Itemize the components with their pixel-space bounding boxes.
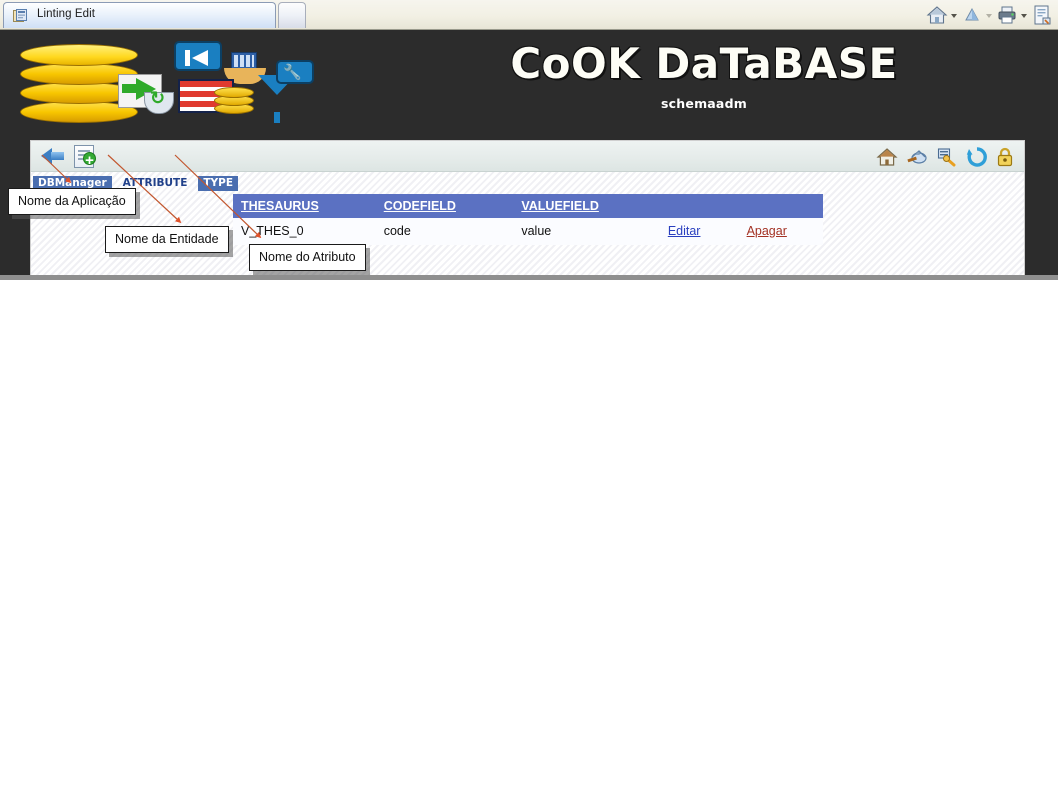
column-header-codefield[interactable]: CODEFIELD xyxy=(375,194,514,218)
page-subtitle: schemaadm xyxy=(661,96,747,111)
cell-edit: Editar xyxy=(659,218,739,245)
browser-chrome: Linting Edit xyxy=(0,0,1058,30)
table-header-row: THESAURUS CODEFIELD VALUEFIELD xyxy=(233,194,823,218)
annotation-nome-do-atributo: Nome do Atributo xyxy=(249,244,366,271)
lock-icon[interactable] xyxy=(994,146,1016,168)
cell-delete: Apagar xyxy=(738,218,823,245)
new-document-icon[interactable] xyxy=(74,145,96,168)
print-dropdown-caret[interactable] xyxy=(1019,3,1030,27)
cell-valuefield: value xyxy=(513,218,660,245)
delete-link[interactable]: Apagar xyxy=(747,224,787,238)
column-header-thesaurus[interactable]: THESAURUS xyxy=(233,194,376,218)
tools-icon[interactable] xyxy=(936,146,958,168)
edit-link[interactable]: Editar xyxy=(668,224,701,238)
page-frame: CoOK DaTaBASE schemaadm xyxy=(0,30,1058,275)
cell-thesaurus: V_THES_0 xyxy=(233,218,376,245)
page-tools-icon[interactable] xyxy=(1030,3,1054,27)
content-toolbar xyxy=(31,141,1024,172)
print-icon[interactable] xyxy=(995,3,1019,27)
cell-codefield: code xyxy=(375,218,514,245)
column-header-valuefield[interactable]: VALUEFIELD xyxy=(513,194,660,218)
content-panel: DBManager ATTRIBUTE TYPE THESAURUS CODEF… xyxy=(30,140,1025,275)
browser-toolbar xyxy=(925,3,1054,27)
refresh-icon[interactable] xyxy=(966,146,988,168)
home-icon[interactable] xyxy=(925,3,949,27)
column-header-delete xyxy=(738,194,823,218)
page-bottom-shadow xyxy=(0,275,1058,280)
annotation-nome-da-aplicacao: Nome da Aplicação xyxy=(8,188,136,215)
home-dropdown-caret[interactable] xyxy=(949,3,960,27)
home-icon[interactable] xyxy=(876,146,898,168)
feeds-icon[interactable] xyxy=(960,3,984,27)
page-icon xyxy=(13,9,27,22)
annotation-nome-da-entidade: Nome da Entidade xyxy=(105,226,229,253)
browser-new-tab-button[interactable] xyxy=(278,2,306,28)
paint-bucket-icon[interactable] xyxy=(906,146,928,168)
column-header-edit xyxy=(659,194,739,218)
breadcrumb-item-type[interactable]: TYPE xyxy=(198,176,239,191)
browser-tab-active[interactable]: Linting Edit xyxy=(3,2,276,28)
page-title: CoOK DaTaBASE xyxy=(510,39,898,88)
data-table: THESAURUS CODEFIELD VALUEFIELD V_THES_0 … xyxy=(233,194,823,245)
back-arrow-icon[interactable] xyxy=(41,147,65,165)
browser-tab-title: Linting Edit xyxy=(37,8,96,20)
feeds-dropdown-caret[interactable] xyxy=(984,3,995,27)
table-row: V_THES_0 code value Editar Apagar xyxy=(233,218,823,245)
site-banner: CoOK DaTaBASE schemaadm xyxy=(0,30,1058,123)
